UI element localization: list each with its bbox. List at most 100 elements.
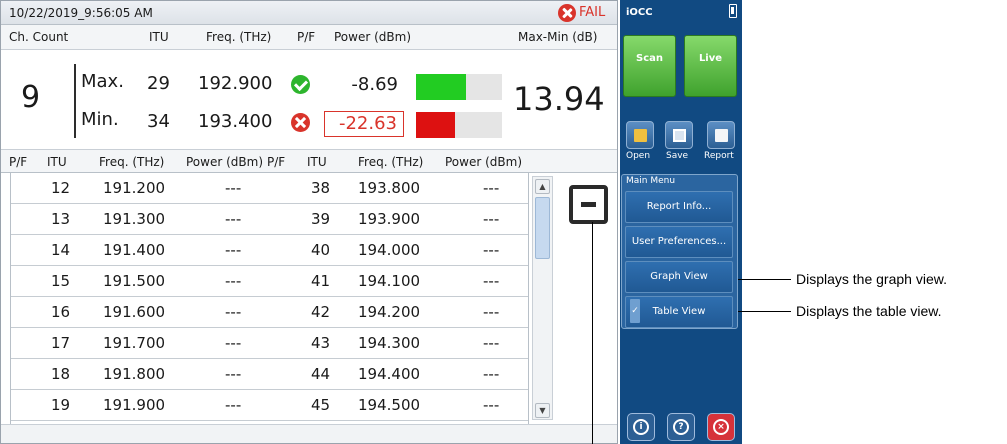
cell-power: ---	[225, 365, 242, 383]
cell-power: ---	[225, 210, 242, 228]
cell-power: ---	[483, 396, 500, 414]
app-window: 10/22/2019_9:56:05 AM FAIL Ch. Count ITU…	[0, 0, 618, 444]
menu-user-preferences[interactable]: User Preferences...	[625, 226, 733, 258]
table-row[interactable]: 12 191.200 --- 38 193.800 ---	[11, 173, 528, 204]
cell-freq: 194.400	[358, 365, 421, 383]
maxmin-value: 13.94	[513, 80, 605, 118]
cell-power: ---	[225, 303, 242, 321]
table-row[interactable]: 18 191.800 --- 44 194.400 ---	[11, 359, 528, 390]
table-callout-line	[738, 311, 791, 312]
cell-freq: 194.200	[358, 303, 421, 321]
cell-freq: 194.000	[358, 241, 421, 259]
header-maxmin: Max-Min (dB)	[518, 30, 598, 44]
cell-power: ---	[225, 179, 242, 197]
battery-icon	[729, 4, 737, 18]
th-freq-2: Freq. (THz)	[358, 155, 424, 169]
cell-itu: 41	[311, 272, 331, 290]
cell-itu: 45	[311, 396, 331, 414]
cell-freq: 194.300	[358, 334, 421, 352]
info-icon: i	[633, 419, 649, 435]
close-button[interactable]: ×	[707, 413, 735, 441]
cell-itu: 40	[311, 241, 331, 259]
cell-freq: 193.800	[358, 179, 421, 197]
open-button[interactable]	[626, 121, 654, 149]
cell-freq: 194.500	[358, 396, 421, 414]
live-button[interactable]: Live	[684, 35, 737, 97]
header-freq: Freq. (THz)	[206, 30, 272, 44]
th-itu-2: ITU	[307, 155, 327, 169]
cell-power: ---	[483, 210, 500, 228]
max-freq: 192.900	[198, 73, 273, 94]
menu-table-view[interactable]: ✓ Table View	[625, 296, 733, 328]
info-button[interactable]: i	[627, 413, 655, 441]
cell-freq: 191.500	[103, 272, 166, 290]
menu-table-view-label: Table View	[652, 306, 706, 317]
table-row[interactable]: 19 191.900 --- 45 194.500 ---	[11, 390, 528, 421]
cell-itu: 18	[51, 365, 71, 383]
table-row[interactable]: 17 191.700 --- 43 194.300 ---	[11, 328, 528, 359]
menu-graph-view[interactable]: Graph View	[625, 261, 733, 293]
table-row[interactable]: 16 191.600 --- 42 194.200 ---	[11, 297, 528, 328]
side-panel: iOCC Scan Live Open Save Report Main Men…	[620, 0, 742, 444]
cell-freq: 191.600	[103, 303, 166, 321]
scroll-thumb[interactable]	[535, 197, 550, 259]
save-label: Save	[666, 151, 689, 161]
report-label: Report	[704, 151, 734, 161]
help-button[interactable]: ?	[667, 413, 695, 441]
cell-power: ---	[225, 396, 242, 414]
scan-button[interactable]: Scan	[623, 35, 676, 97]
cell-power: ---	[483, 334, 500, 352]
save-button[interactable]	[665, 121, 693, 149]
th-freq-1: Freq. (THz)	[99, 155, 165, 169]
th-power-2: Power (dBm)	[445, 155, 522, 169]
header-ch-count: Ch. Count	[9, 30, 69, 44]
cell-power: ---	[225, 272, 242, 290]
table-scrollbar[interactable]: ▲ ▼	[532, 176, 553, 420]
help-icon: ?	[673, 419, 689, 435]
cell-freq: 191.400	[103, 241, 166, 259]
cell-itu: 42	[311, 303, 331, 321]
table-row[interactable]: 14 191.400 --- 40 194.000 ---	[11, 235, 528, 266]
cell-freq: 191.700	[103, 334, 166, 352]
cell-freq: 191.200	[103, 179, 166, 197]
table-header: P/F ITU Freq. (THz) Power (dBm) P/F ITU …	[1, 149, 617, 173]
cell-power: ---	[483, 365, 500, 383]
th-pf-2: P/F	[267, 155, 286, 169]
check-icon: ✓	[630, 299, 640, 323]
scroll-down-icon[interactable]: ▼	[535, 403, 550, 418]
max-power-bar	[416, 74, 502, 100]
cell-itu: 14	[51, 241, 71, 259]
cell-itu: 12	[51, 179, 71, 197]
th-itu-1: ITU	[47, 155, 67, 169]
status-fail-label: FAIL	[579, 5, 606, 20]
status-bar	[1, 424, 617, 443]
header-pf: P/F	[297, 30, 316, 44]
min-freq: 193.400	[198, 111, 273, 132]
save-icon	[673, 129, 686, 142]
fail-x-icon	[558, 4, 576, 22]
cell-freq: 191.300	[103, 210, 166, 228]
folder-icon	[634, 129, 647, 142]
th-pf-1: P/F	[9, 155, 28, 169]
scroll-up-icon[interactable]: ▲	[535, 179, 550, 194]
min-itu: 34	[147, 111, 170, 132]
table-row[interactable]: 13 191.300 --- 39 193.900 ---	[11, 204, 528, 235]
menu-report-info[interactable]: Report Info...	[625, 191, 733, 223]
min-power-bar-fill	[416, 112, 455, 138]
cell-freq: 191.800	[103, 365, 166, 383]
summary-panel: 9 Max. 29 192.900 -8.69 Min. 34 193.400 …	[1, 50, 617, 149]
main-menu-title: Main Menu	[626, 176, 676, 186]
collapse-icon[interactable]	[569, 185, 608, 224]
header-power: Power (dBm)	[334, 30, 411, 44]
open-label: Open	[626, 151, 651, 161]
cell-itu: 38	[311, 179, 331, 197]
report-icon	[715, 129, 728, 142]
header-itu: ITU	[149, 30, 169, 44]
cell-itu: 19	[51, 396, 71, 414]
th-power-1: Power (dBm)	[186, 155, 263, 169]
report-button[interactable]	[707, 121, 735, 149]
cell-power: ---	[225, 241, 242, 259]
max-label: Max.	[81, 71, 124, 92]
table-row[interactable]: 15 191.500 --- 41 194.100 ---	[11, 266, 528, 297]
cell-itu: 44	[311, 365, 331, 383]
